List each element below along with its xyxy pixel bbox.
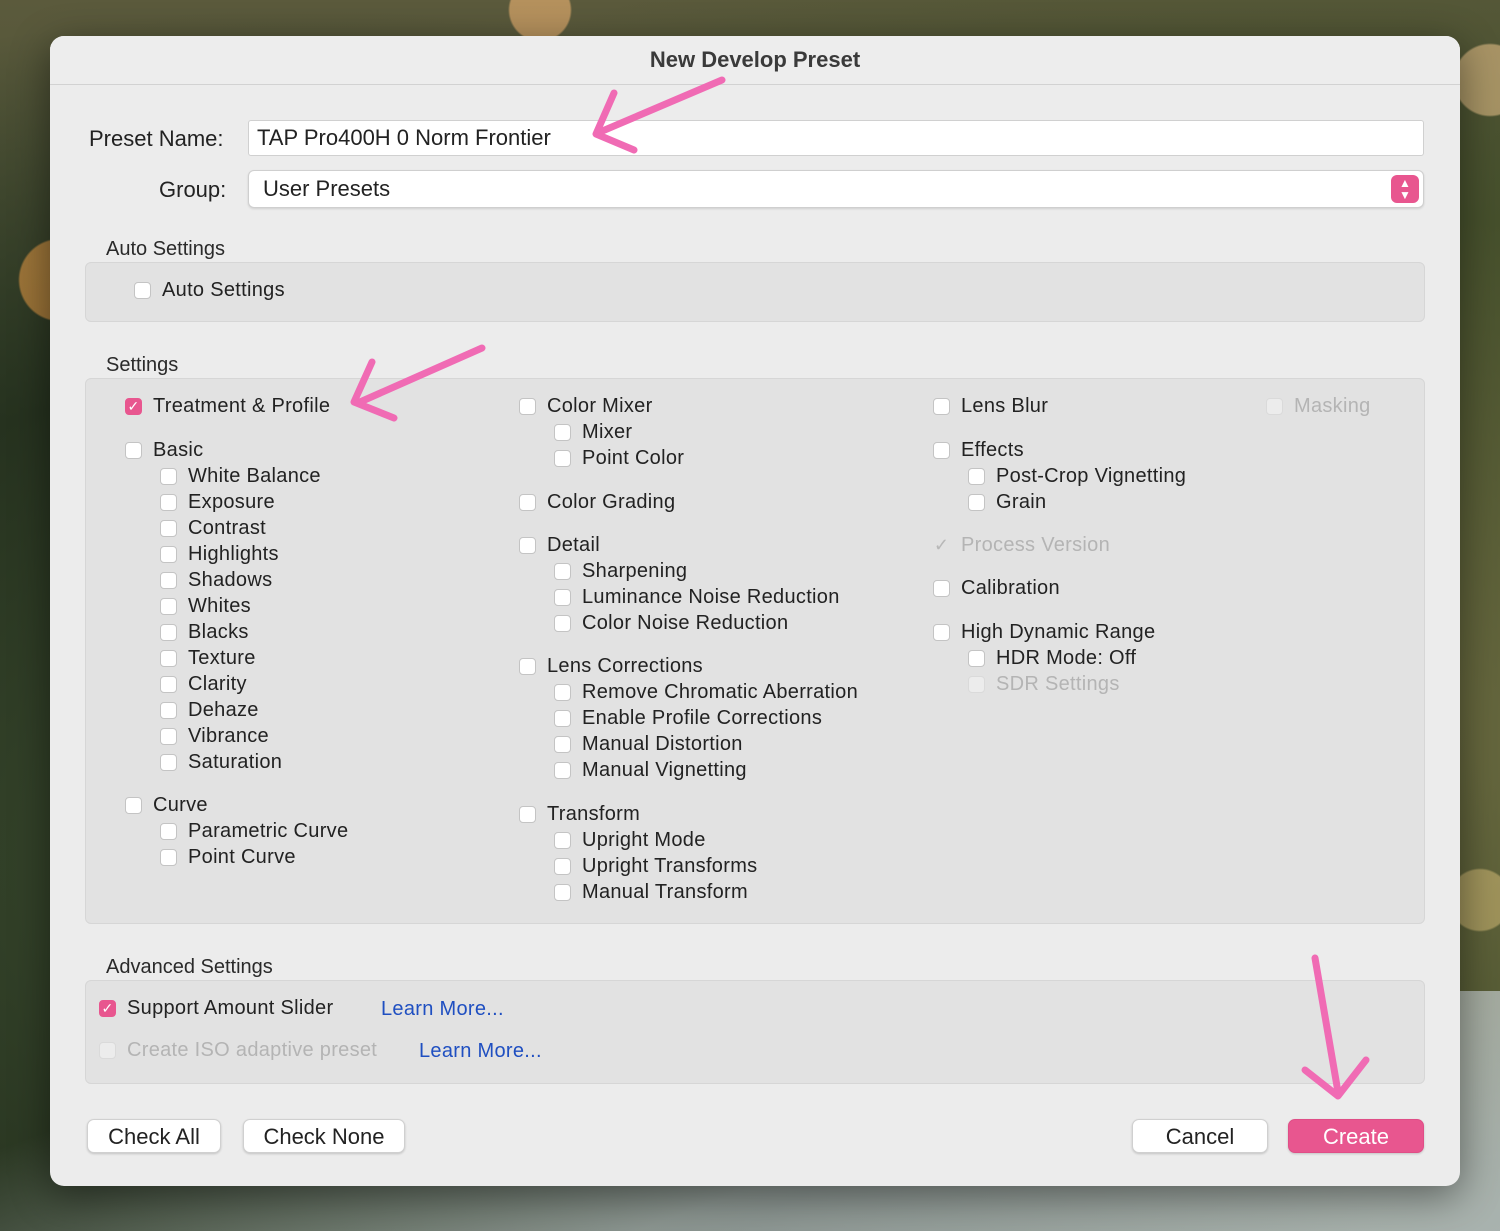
arrow-annotation-preset-name [592,76,726,154]
annotation-arrows [350,76,1370,1100]
arrow-annotation-create [1301,954,1370,1100]
arrow-annotation-treatment [350,344,486,422]
